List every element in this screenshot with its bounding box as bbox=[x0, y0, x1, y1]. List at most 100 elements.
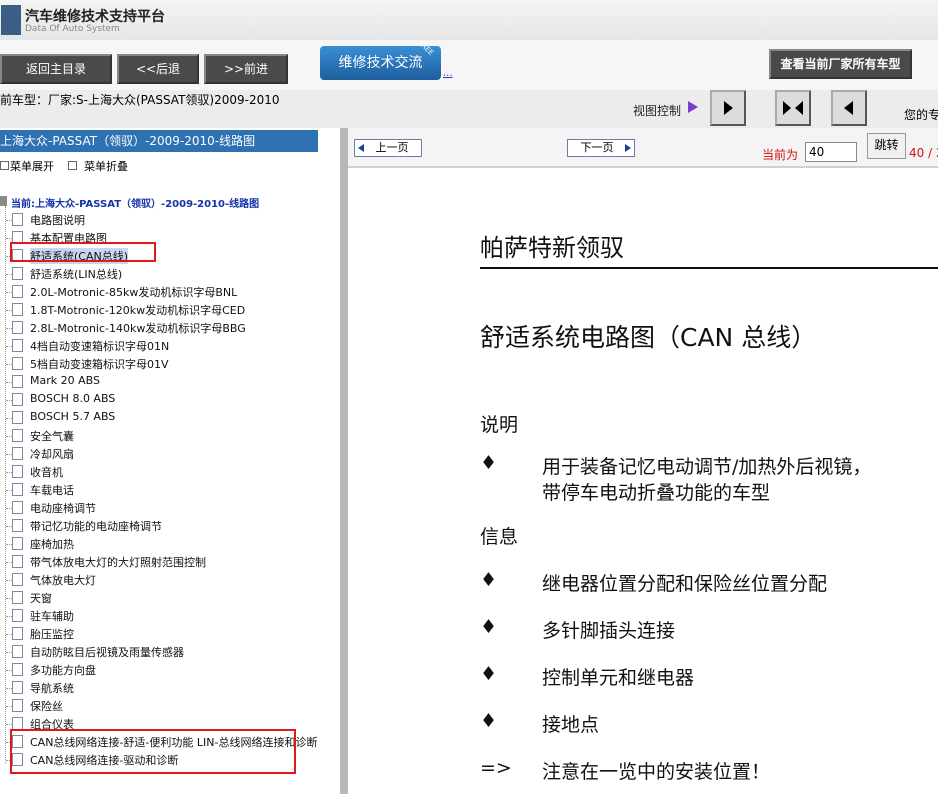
tree-item-label: 5档自动变速箱标识字母01V bbox=[30, 358, 169, 371]
tree-item[interactable]: 安全气囊 bbox=[0, 427, 322, 445]
jump-button[interactable]: 跳转 bbox=[867, 133, 906, 159]
bullet-icon: ♦ bbox=[480, 663, 498, 685]
app-subtitle: Data Of Auto System bbox=[25, 24, 120, 34]
folder-icon bbox=[0, 196, 7, 206]
view-expand-left-button[interactable] bbox=[831, 90, 867, 126]
tree-item-label: 电路图说明 bbox=[30, 214, 85, 227]
view-expand-right-button[interactable] bbox=[710, 90, 746, 126]
welcome-text: 您的专 bbox=[904, 108, 938, 122]
description-line: 带停车电动折叠功能的车型 bbox=[542, 482, 771, 504]
page-number-input[interactable] bbox=[805, 142, 857, 162]
next-page-button[interactable]: 下一页 bbox=[567, 139, 635, 157]
prev-page-button[interactable]: 上一页 bbox=[354, 139, 422, 157]
document-icon bbox=[12, 663, 23, 676]
document-title: 舒适系统电路图（CAN 总线） bbox=[480, 323, 817, 352]
document-icon bbox=[12, 411, 23, 424]
tree-item[interactable]: 保险丝 bbox=[0, 697, 322, 715]
document-icon bbox=[12, 609, 23, 622]
note-text: 注意在一览中的安装位置！ bbox=[542, 761, 771, 783]
tree-item[interactable]: 2.8L-Motronic-140kw发动机标识字母BBG bbox=[0, 319, 322, 337]
tree-item[interactable]: 带气体放电大灯的大灯照射范围控制 bbox=[0, 553, 322, 571]
all-models-button[interactable]: 查看当前厂家所有车型 bbox=[769, 49, 912, 79]
home-button[interactable]: 返回主目录 bbox=[0, 54, 112, 84]
arrow-left-icon bbox=[358, 144, 364, 152]
tree-item-label: 气体放电大灯 bbox=[30, 574, 96, 587]
forward-button[interactable]: >>前进 bbox=[204, 54, 288, 84]
document-icon bbox=[12, 627, 23, 640]
tree-item[interactable]: 气体放电大灯 bbox=[0, 571, 322, 589]
current-page-label: 当前为 bbox=[762, 148, 799, 162]
menu-collapse-link[interactable]: 菜单折叠 bbox=[84, 158, 128, 174]
tree-item[interactable]: 胎压监控 bbox=[0, 625, 322, 643]
tree-item[interactable]: 电动座椅调节 bbox=[0, 499, 322, 517]
document-icon bbox=[12, 303, 23, 316]
section-heading: 说明 bbox=[480, 414, 519, 436]
document-icon bbox=[12, 681, 23, 694]
tree-item[interactable]: 座椅加热 bbox=[0, 535, 322, 553]
expand-icon[interactable] bbox=[0, 161, 9, 170]
document-icon bbox=[12, 465, 23, 478]
view-split-button[interactable] bbox=[775, 90, 811, 126]
tree-item[interactable]: 收音机 bbox=[0, 463, 322, 481]
bullet-icon: ♦ bbox=[480, 452, 498, 474]
tree-item[interactable]: 车载电话 bbox=[0, 481, 322, 499]
tree-item[interactable]: 2.0L-Motronic-85kw发动机标识字母BNL bbox=[0, 283, 322, 301]
tree-item[interactable]: 带记忆功能的电动座椅调节 bbox=[0, 517, 322, 535]
heading-rule bbox=[480, 267, 938, 269]
document-heading: 帕萨特新领驭 bbox=[480, 234, 624, 262]
tree-item[interactable]: 自动防眩目后视镜及雨量传感器 bbox=[0, 643, 322, 661]
tree-item[interactable]: 多功能方向盘 bbox=[0, 661, 322, 679]
app-title: 汽车维修技术支持平台 bbox=[25, 9, 165, 25]
arrow-right-icon bbox=[783, 101, 791, 115]
tree-item[interactable]: 1.8T-Motronic-120kw发动机标识字母CED bbox=[0, 301, 322, 319]
tree-item-label: 多功能方向盘 bbox=[30, 664, 96, 677]
tree-item[interactable]: BOSCH 5.7 ABS bbox=[0, 409, 322, 427]
document-icon bbox=[12, 519, 23, 532]
tree-item-label: 收音机 bbox=[30, 466, 63, 479]
tree-item[interactable]: 4档自动变速箱标识字母01N bbox=[0, 337, 322, 355]
highlight-box bbox=[10, 729, 296, 774]
document-icon bbox=[12, 429, 23, 442]
tree-item[interactable]: Mark 20 ABS bbox=[0, 373, 322, 391]
tree-item-label: 天窗 bbox=[30, 592, 52, 605]
document-icon bbox=[12, 591, 23, 604]
tree-item[interactable]: 驻车辅助 bbox=[0, 607, 322, 625]
tree-item-label: 座椅加热 bbox=[30, 538, 74, 551]
tree-item[interactable]: BOSCH 8.0 ABS bbox=[0, 391, 322, 409]
info-item: 多针脚插头连接 bbox=[542, 620, 676, 642]
tree-item[interactable]: 天窗 bbox=[0, 589, 322, 607]
document-icon bbox=[12, 321, 23, 334]
tree-item[interactable]: 电路图说明 bbox=[0, 211, 322, 229]
tree-item-label: 安全气囊 bbox=[30, 430, 74, 443]
arrow-left-icon bbox=[844, 101, 853, 115]
document-icon bbox=[12, 447, 23, 460]
current-model-text: 前车型：厂家:S-上海大众(PASSAT领驭)2009-2010 bbox=[0, 93, 280, 107]
section-heading: 信息 bbox=[480, 526, 519, 548]
tree-item-label: 2.0L-Motronic-85kw发动机标识字母BNL bbox=[30, 286, 238, 299]
tree-item-label: 带气体放电大灯的大灯照射范围控制 bbox=[30, 556, 206, 569]
back-button[interactable]: <<后退 bbox=[117, 54, 199, 84]
play-arrow-icon bbox=[688, 101, 698, 113]
tree-item[interactable]: 5档自动变速箱标识字母01V bbox=[0, 355, 322, 373]
tree-item[interactable]: 冷却风扇 bbox=[0, 445, 322, 463]
tree-item-label: 胎压监控 bbox=[30, 628, 74, 641]
tree-root[interactable]: 当前:上海大众-PASSAT（领驭）-2009-2010-线路图 bbox=[11, 195, 259, 210]
view-control-label: 视图控制 bbox=[633, 104, 682, 118]
collapse-icon[interactable] bbox=[68, 161, 77, 170]
note-arrow: => bbox=[480, 757, 512, 779]
document-icon bbox=[12, 393, 23, 406]
tree-item-label: Mark 20 ABS bbox=[30, 374, 100, 387]
tree-item[interactable]: 导航系统 bbox=[0, 679, 322, 697]
document-icon bbox=[12, 357, 23, 370]
document-icon bbox=[12, 267, 23, 280]
arrow-left-icon bbox=[795, 101, 803, 115]
tree-item-label: 车载电话 bbox=[30, 484, 74, 497]
tree-item-label: 冷却风扇 bbox=[30, 448, 74, 461]
menu-expand-link[interactable]: 菜单展开 bbox=[10, 158, 54, 174]
pane-splitter[interactable] bbox=[340, 128, 348, 794]
page-count: 40 / 2 bbox=[909, 146, 938, 160]
tree-item-label: 自动防眩目后视镜及雨量传感器 bbox=[30, 646, 184, 659]
tree-item-label: 驻车辅助 bbox=[30, 610, 74, 623]
more-link[interactable]: ... bbox=[443, 68, 453, 79]
tree-item[interactable]: 舒适系统(LIN总线) bbox=[0, 265, 322, 283]
